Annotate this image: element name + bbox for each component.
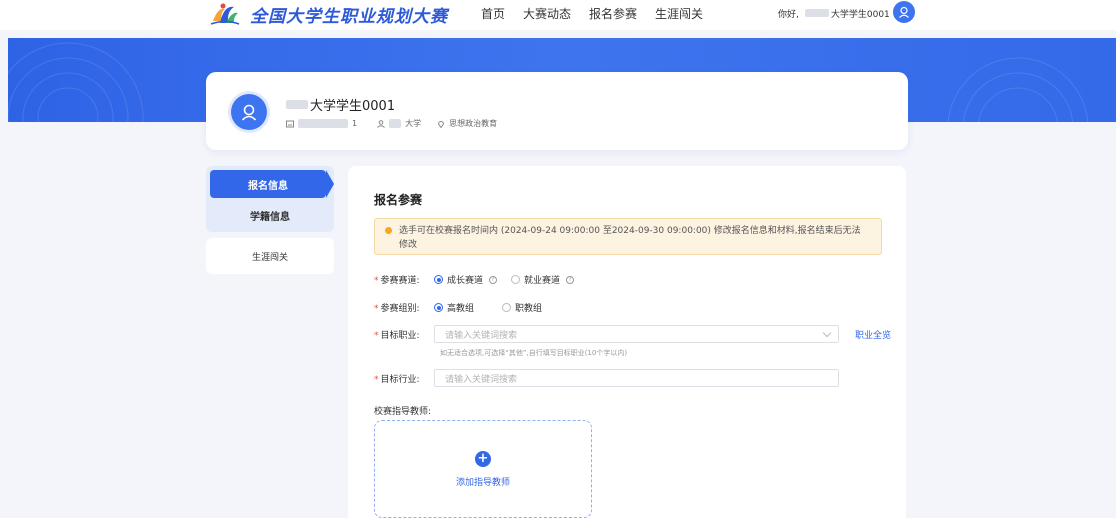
profile-id: 1 — [286, 119, 357, 128]
target-job-label-wrap: * 目标职业: — [374, 328, 434, 341]
profile-school-name: 大学 — [405, 119, 422, 128]
greeting-username: 大学学生0001 — [830, 9, 890, 20]
sidebar-item-label: 生涯闯关 — [251, 252, 288, 263]
id-card-icon — [286, 120, 294, 127]
radio-label: 职教组 — [515, 304, 543, 314]
track-label: 参赛赛道: — [380, 276, 420, 286]
target-job-select[interactable]: 请输入关键词搜索 — [434, 325, 839, 343]
group-row: * 参赛组别: 高教组 职教组 — [374, 301, 556, 314]
top-nav: 全国大学生职业规划大赛 首页 大赛动态 报名参赛 生涯闯关 你好, 大学学生00… — [0, 0, 1116, 30]
profile-name: 大学学生0001 — [310, 99, 396, 114]
site-logo[interactable]: 全国大学生职业规划大赛 — [210, 0, 448, 28]
site-title: 全国大学生职业规划大赛 — [250, 6, 448, 27]
target-job-label: 目标职业: — [380, 330, 420, 341]
profile-major-name: 思想政治教育 — [449, 119, 498, 128]
required-mark: * — [374, 330, 379, 341]
plus-icon: + — [475, 450, 491, 467]
target-industry-label: 目标行业: — [380, 374, 420, 385]
profile-major: 思想政治教育 — [437, 118, 497, 129]
required-mark: * — [374, 374, 379, 385]
group-label: 参赛组别: — [380, 304, 420, 314]
group-label-wrap: * 参赛组别: — [374, 301, 434, 314]
add-teacher-label: 添加指导教师 — [455, 477, 510, 488]
greeting-prefix: 你好, — [778, 9, 799, 20]
radio-label: 成长赛道 — [447, 276, 484, 286]
track-row: * 参赛赛道: 成长赛道 ? 就业赛道 ? — [374, 273, 588, 286]
job-overview-link[interactable]: 职业全览 — [855, 328, 891, 341]
active-indicator — [326, 170, 334, 198]
redacted-text — [286, 100, 308, 109]
chevron-down-icon — [822, 328, 832, 338]
sidebar-item-career-challenge[interactable]: 生涯闯关 — [206, 238, 334, 274]
profile-meta: 1 大学 思想政治教育 — [286, 118, 497, 129]
side-nav-group: 报名信息 学籍信息 — [206, 166, 334, 232]
target-job-hint: 如无适合选项,可选择“其他”,自行填写目标职业(10个字以内) — [440, 349, 628, 357]
sidebar-item-label: 报名信息 — [248, 180, 288, 192]
logo-icon — [210, 1, 240, 27]
redacted-text — [298, 119, 348, 128]
notice-text: 选手可在校赛报名时间内 (2024-09-24 09:00:00 至2024-0… — [399, 226, 861, 250]
group-option-higher-ed[interactable]: 高教组 — [434, 301, 474, 314]
teacher-label: 校赛指导教师: — [374, 407, 432, 417]
sidebar-item-label: 学籍信息 — [250, 211, 290, 223]
user-avatar[interactable] — [893, 1, 915, 23]
profile-card: 大学学生0001 1 大学 思想政治教育 — [206, 72, 908, 150]
help-icon[interactable]: ? — [566, 275, 575, 284]
registration-panel: 报名参赛 选手可在校赛报名时间内 (2024-09-24 09:00:00 至2… — [348, 166, 906, 518]
profile-school: 大学 — [377, 118, 421, 129]
radio-label: 高教组 — [447, 304, 475, 314]
radio-checked-icon — [434, 275, 443, 284]
nav-register[interactable]: 报名参赛 — [589, 5, 637, 22]
required-mark: * — [374, 276, 379, 286]
track-label-wrap: * 参赛赛道: — [374, 273, 434, 286]
target-industry-label-wrap: * 目标行业: — [374, 372, 434, 385]
redacted-text — [389, 119, 402, 128]
help-icon[interactable]: ? — [489, 275, 498, 284]
nav-news[interactable]: 大赛动态 — [523, 5, 571, 22]
track-option-employment[interactable]: 就业赛道 ? — [511, 273, 575, 286]
target-industry-placeholder: 请输入关键词搜索 — [445, 374, 518, 385]
redacted-text — [804, 9, 829, 17]
target-industry-row: * 目标行业: 请输入关键词搜索 — [374, 369, 839, 387]
location-icon — [438, 120, 445, 128]
profile-id-suffix: 1 — [352, 119, 358, 128]
nav-home[interactable]: 首页 — [481, 5, 505, 22]
profile-avatar — [231, 94, 267, 130]
user-icon — [241, 104, 257, 121]
group-option-vocational[interactable]: 职教组 — [502, 301, 542, 314]
side-nav: 报名信息 学籍信息 生涯闯关 — [206, 166, 334, 274]
nav-career-challenge[interactable]: 生涯闯关 — [655, 5, 703, 22]
required-mark: * — [374, 304, 379, 314]
user-icon — [899, 6, 909, 18]
section-title: 报名参赛 — [374, 193, 423, 207]
radio-unchecked-icon — [502, 303, 512, 312]
sidebar-item-student-status[interactable]: 学籍信息 — [206, 204, 334, 226]
radio-checked-icon — [434, 303, 443, 312]
track-option-growth[interactable]: 成长赛道 ? — [434, 273, 498, 286]
profile-name-row: 大学学生0001 — [286, 95, 395, 114]
notice-banner: 选手可在校赛报名时间内 (2024-09-24 09:00:00 至2024-0… — [374, 218, 882, 255]
user-greeting[interactable]: 你好, 大学学生0001 — [778, 0, 890, 26]
target-industry-input[interactable]: 请输入关键词搜索 — [434, 369, 839, 387]
radio-unchecked-icon — [511, 275, 521, 284]
add-teacher-button[interactable]: + 添加指导教师 — [374, 420, 592, 518]
sidebar-item-registration-info[interactable]: 报名信息 — [210, 170, 334, 198]
target-job-placeholder: 请输入关键词搜索 — [445, 330, 518, 341]
school-icon — [377, 119, 385, 128]
warning-icon — [385, 227, 392, 234]
target-job-row: * 目标职业: 请输入关键词搜索 职业全览 — [374, 325, 891, 343]
main-nav: 首页 大赛动态 报名参赛 生涯闯关 — [481, 0, 703, 26]
radio-label: 就业赛道 — [524, 276, 561, 286]
